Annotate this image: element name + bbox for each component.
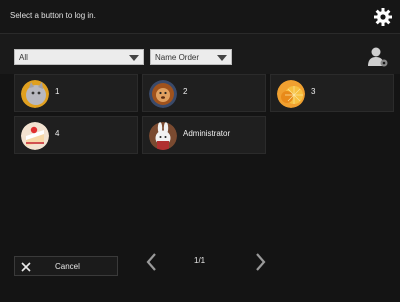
user-name: 1 [55, 87, 60, 96]
lion-avatar-icon [149, 80, 177, 108]
close-icon [21, 262, 31, 272]
user-name: 4 [55, 129, 60, 138]
chevron-down-icon [129, 55, 139, 61]
user-button-1[interactable]: 1 [14, 74, 138, 112]
cake-avatar-icon [21, 122, 49, 150]
settings-button[interactable] [372, 6, 394, 28]
user-filter-value: All [19, 53, 28, 62]
user-button-4[interactable]: 4 [14, 116, 138, 154]
chevron-down-icon [217, 55, 227, 61]
user-button-administrator[interactable]: Administrator [142, 116, 266, 154]
filter-toolbar: All Name Order [0, 34, 400, 74]
bottom-bar: Cancel 1/1 [0, 240, 400, 302]
user-settings-icon [368, 47, 388, 67]
next-page-button[interactable] [248, 250, 272, 274]
cancel-button[interactable]: Cancel [14, 256, 118, 276]
orange-fruit-avatar-icon [277, 80, 305, 108]
cat-avatar-icon [21, 80, 49, 108]
sort-order-value: Name Order [155, 53, 200, 62]
chevron-left-icon [146, 253, 156, 271]
user-name: Administrator [183, 129, 231, 138]
previous-page-button[interactable] [140, 250, 164, 274]
chevron-right-icon [256, 253, 266, 271]
user-name: 3 [311, 87, 316, 96]
user-filter-select[interactable]: All [14, 49, 144, 65]
user-management-button[interactable] [367, 46, 389, 68]
rabbit-avatar-icon [149, 122, 177, 150]
login-prompt: Select a button to log in. [10, 11, 96, 20]
cancel-label: Cancel [55, 262, 80, 271]
page-indicator: 1/1 [194, 256, 206, 265]
gear-icon [374, 8, 392, 26]
user-button-2[interactable]: 2 [142, 74, 266, 112]
user-grid: 1 2 3 4 Administrator [14, 74, 394, 234]
user-button-3[interactable]: 3 [270, 74, 394, 112]
sort-order-select[interactable]: Name Order [150, 49, 232, 65]
header-bar: Select a button to log in. [0, 0, 400, 34]
user-name: 2 [183, 87, 188, 96]
